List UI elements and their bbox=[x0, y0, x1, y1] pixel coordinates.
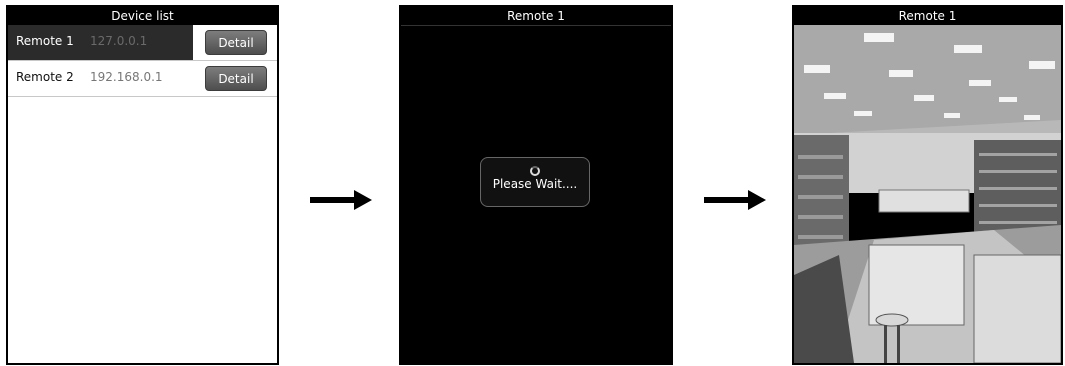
arrow-head bbox=[748, 190, 766, 210]
device-name: Remote 1 bbox=[16, 34, 74, 48]
page-title: Remote 1 bbox=[401, 7, 671, 26]
wait-message: Please Wait.... bbox=[492, 177, 578, 191]
page-title: Device list bbox=[8, 7, 277, 25]
page-title: Remote 1 bbox=[794, 7, 1061, 25]
arrow-shaft bbox=[704, 197, 750, 203]
loading-screen: Remote 1 Please Wait.... bbox=[399, 5, 673, 365]
camera-feed-image bbox=[794, 25, 1061, 363]
arrow-right-icon bbox=[310, 190, 374, 210]
arrow-right-icon bbox=[704, 190, 768, 210]
device-row-remote-1[interactable]: Remote 1 127.0.0.1 Detail bbox=[8, 25, 277, 61]
detail-button[interactable]: Detail bbox=[205, 30, 267, 55]
spinner-icon bbox=[530, 166, 540, 176]
device-list-screen: Device list Remote 1 127.0.0.1 Detail Re… bbox=[6, 5, 279, 365]
camera-view-screen: Remote 1 bbox=[792, 5, 1063, 365]
device-name: Remote 2 bbox=[16, 70, 74, 84]
arrow-shaft bbox=[310, 197, 356, 203]
device-address: 192.168.0.1 bbox=[90, 70, 163, 84]
device-address: 127.0.0.1 bbox=[90, 34, 148, 48]
device-row-remote-2[interactable]: Remote 2 192.168.0.1 Detail bbox=[8, 61, 277, 97]
detail-button[interactable]: Detail bbox=[205, 66, 267, 91]
please-wait-dialog: Please Wait.... bbox=[480, 157, 590, 207]
arrow-head bbox=[354, 190, 372, 210]
